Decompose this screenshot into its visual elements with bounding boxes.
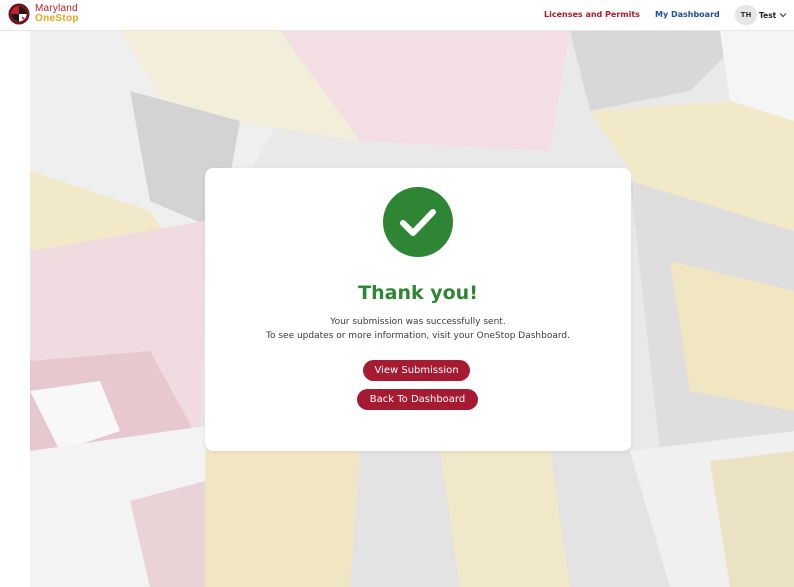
checkmark-circle-icon [383, 187, 453, 257]
back-to-dashboard-button[interactable]: Back To Dashboard [357, 389, 478, 410]
top-navigation-bar: Maryland OneStop Licenses and Permits My… [0, 0, 794, 31]
brand-logo[interactable]: Maryland OneStop [8, 3, 79, 25]
avatar: TH [735, 5, 757, 25]
brand-wordmark: Maryland OneStop [35, 4, 79, 24]
chevron-down-icon [779, 13, 787, 18]
user-name: Test [759, 10, 777, 20]
confirmation-card: Thank you! Your submission was successfu… [205, 168, 631, 451]
nav-link-licenses-and-permits[interactable]: Licenses and Permits [544, 0, 640, 30]
view-submission-button[interactable]: View Submission [363, 360, 470, 381]
confirmation-title: Thank you! [358, 282, 478, 304]
maryland-seal-icon [8, 3, 30, 25]
brand-line-onestop: OneStop [35, 13, 79, 24]
nav-link-my-dashboard[interactable]: My Dashboard [655, 0, 720, 30]
confirmation-message-line1: Your submission was successfully sent. [330, 317, 506, 327]
user-menu[interactable]: TH Test [735, 5, 787, 25]
confirmation-message-line2: To see updates or more information, visi… [266, 331, 570, 341]
